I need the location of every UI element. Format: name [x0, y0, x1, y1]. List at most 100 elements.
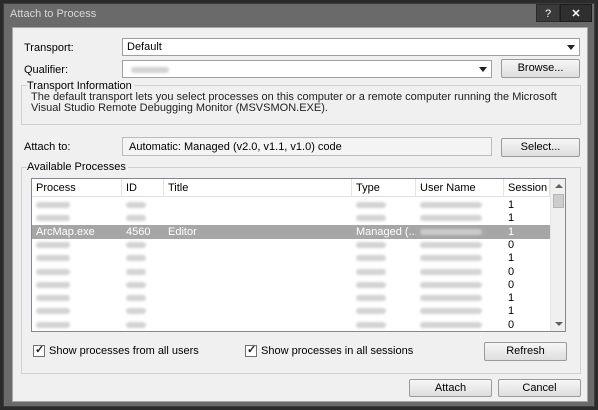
redacted-value [356, 202, 386, 208]
help-button[interactable]: ? [536, 4, 560, 22]
scroll-down-icon[interactable] [555, 322, 563, 326]
cell-session: 0 [508, 278, 515, 291]
redacted-value [356, 295, 386, 302]
scrollbar-thumb[interactable] [553, 194, 564, 208]
process-row[interactable]: 0 [32, 238, 550, 252]
refresh-button[interactable]: Refresh [484, 342, 567, 361]
column-header-type[interactable]: Type [352, 179, 416, 197]
cell-session: 1 [508, 292, 515, 305]
all-sessions-checkbox[interactable] [245, 343, 257, 357]
column-header-id[interactable]: ID [122, 179, 164, 197]
column-header-process[interactable]: Process [32, 179, 122, 197]
column-header-title[interactable]: Title [164, 179, 352, 197]
cell-session: 1 [508, 212, 515, 225]
all-users-label[interactable]: Show processes from all users [49, 345, 199, 357]
column-header-session[interactable]: Session [504, 179, 550, 197]
redacted-value [420, 281, 482, 288]
redacted-value [36, 308, 70, 315]
cell-process: ArcMap.exe [36, 225, 95, 238]
transport-dropdown[interactable]: Default [122, 38, 580, 56]
redacted-value [36, 281, 70, 288]
cell-title [164, 198, 352, 212]
browse-button[interactable]: Browse... [501, 59, 580, 78]
window-title: Attach to Process [10, 8, 97, 20]
process-list-header: Process ID Title Type User Name Session [32, 179, 550, 197]
redacted-value [356, 255, 386, 262]
transport-value: Default [127, 41, 162, 53]
redacted-value [126, 281, 146, 288]
transport-info-text: The default transport lets you select pr… [31, 91, 557, 114]
scroll-up-icon[interactable] [555, 184, 563, 188]
process-row[interactable]: 1 [32, 251, 550, 265]
cell-type: Managed (... [356, 225, 416, 238]
process-row[interactable]: 0 [32, 265, 550, 279]
redacted-value [356, 241, 386, 248]
redacted-value [356, 308, 386, 315]
cell-title: Editor [168, 225, 197, 238]
redacted-value [420, 202, 482, 208]
title-bar: Attach to Process ? ✕ [4, 4, 594, 26]
chevron-down-icon [479, 67, 487, 72]
redacted-value [36, 241, 70, 248]
process-row[interactable]: 1 [32, 211, 550, 225]
process-row[interactable]: 0 [32, 278, 550, 292]
redacted-value [356, 215, 386, 222]
redacted-qualifier [131, 67, 169, 73]
qualifier-label: Qualifier: [24, 64, 69, 76]
redacted-value [420, 215, 482, 222]
redacted-value [36, 268, 70, 275]
process-row[interactable]: 1 [32, 198, 550, 212]
redacted-value [36, 215, 70, 222]
cell-session: 0 [508, 238, 515, 251]
transport-label: Transport: [24, 42, 74, 54]
cell-session: 0 [508, 265, 515, 278]
dialog-body: Transport: Default Qualifier: Browse... … [12, 27, 588, 402]
cell-session: 1 [508, 252, 515, 265]
all-users-checkbox[interactable] [33, 343, 45, 357]
redacted-value [36, 295, 70, 302]
attach-to-value: Automatic: Managed (v2.0, v1.1, v1.0) co… [129, 141, 342, 153]
cell-title [164, 304, 352, 318]
chevron-down-icon [567, 45, 575, 50]
cell-session: 1 [508, 199, 515, 211]
redacted-value [36, 321, 70, 328]
redacted-value [126, 215, 146, 222]
redacted-value [126, 255, 146, 262]
process-row[interactable]: ArcMap.exe 4560 Editor Managed (... 1 [32, 224, 550, 239]
attach-to-label: Attach to: [24, 141, 71, 153]
redacted-value [36, 255, 70, 262]
redacted-value [36, 202, 70, 208]
redacted-value [356, 321, 386, 328]
qualifier-dropdown[interactable] [122, 60, 492, 78]
redacted-value [126, 321, 146, 328]
cell-id: 4560 [126, 225, 151, 238]
redacted-value [126, 295, 146, 302]
redacted-value [420, 241, 482, 248]
cell-title [164, 251, 352, 265]
all-sessions-label[interactable]: Show processes in all sessions [261, 345, 413, 357]
cell-session: 0 [508, 318, 515, 331]
process-row[interactable]: 0 [32, 318, 550, 331]
cell-session: 1 [508, 225, 515, 238]
select-button[interactable]: Select... [501, 138, 580, 157]
process-row[interactable]: 1 [32, 304, 550, 318]
redacted-value [420, 295, 482, 302]
redacted-value [420, 268, 482, 275]
cancel-button[interactable]: Cancel [498, 379, 581, 397]
process-list[interactable]: Process ID Title Type User Name Session … [31, 178, 566, 332]
attach-button[interactable]: Attach [409, 379, 492, 397]
cell-title [164, 238, 352, 252]
process-row[interactable]: 1 [32, 291, 550, 305]
column-header-user-name[interactable]: User Name [416, 179, 504, 197]
cell-title [164, 291, 352, 305]
redacted-value [126, 202, 146, 208]
redacted-value [420, 228, 482, 235]
cell-title [164, 318, 352, 331]
available-processes-title: Available Processes [27, 161, 128, 173]
redacted-value [420, 308, 482, 315]
close-button[interactable]: ✕ [560, 4, 592, 22]
process-list-scrollbar[interactable] [550, 179, 565, 331]
cell-title [164, 265, 352, 279]
cell-title [164, 211, 352, 225]
redacted-value [126, 268, 146, 275]
